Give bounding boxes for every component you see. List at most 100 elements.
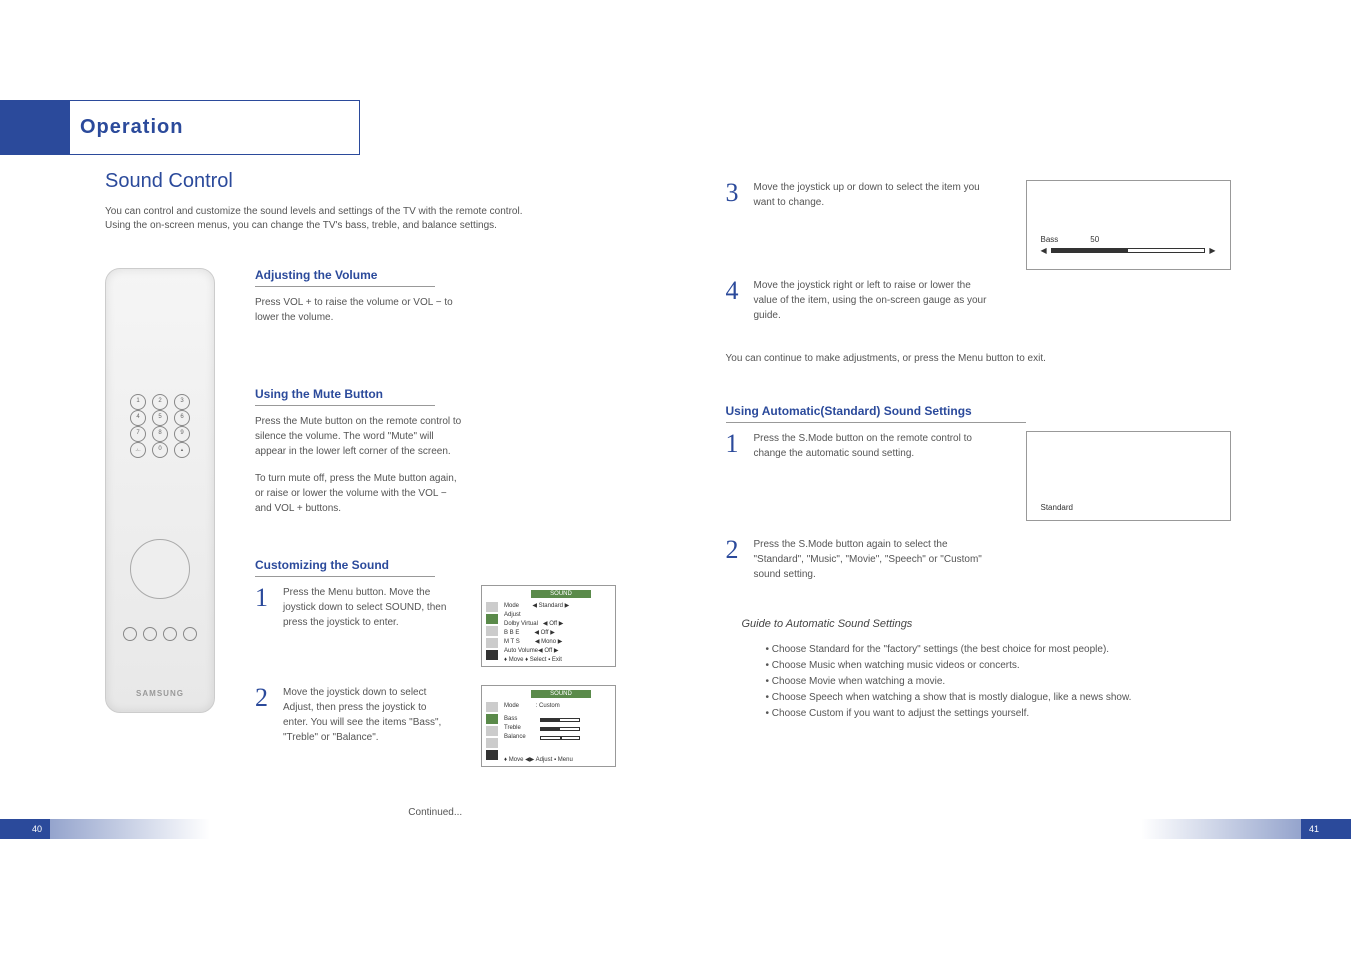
sub-heading-mute: Using the Mute Button — [255, 387, 626, 401]
auto-step-1-row: 1 Press the S.Mode button on the remote … — [726, 431, 1282, 521]
text-column: Adjusting the Volume Press VOL + to rais… — [255, 268, 626, 785]
sub-heading-auto: Using Automatic(Standard) Sound Settings — [726, 404, 1282, 418]
bullet-text: Choose Music when watching music videos … — [772, 660, 1020, 671]
menu-item: Mode — [504, 703, 519, 709]
header-title: Operation — [80, 116, 183, 139]
guide-heading: Guide to Automatic Sound Settings — [742, 618, 1282, 630]
right-content: 3 Move the joystick up or down to select… — [726, 180, 1282, 722]
step-text: Press the S.Mode button on the remote co… — [754, 431, 994, 461]
bullet-text: Choose Standard for the "factory" settin… — [772, 644, 1109, 655]
step-1-row: 1 Press the Menu button. Move the joysti… — [255, 585, 626, 667]
remote-brand-label: SAMSUNG — [136, 689, 184, 698]
menu-value: ◀ Off ▶ — [543, 621, 563, 627]
step-number: 3 — [726, 180, 746, 210]
menu-item: Auto Volume — [504, 648, 538, 654]
mode-label: Standard — [1041, 503, 1073, 512]
menu-item: Treble — [504, 724, 534, 733]
step-number: 1 — [726, 431, 746, 461]
menu-value: ◀ Off ▶ — [538, 648, 558, 654]
menu-item: B B E — [504, 630, 519, 636]
mode-screenshot: Standard — [1026, 431, 1231, 521]
page-gradient — [50, 819, 210, 839]
header-accent-bar — [0, 100, 70, 155]
left-page: Operation Sound Control You can control … — [0, 0, 666, 954]
step-2-row: 2 Move the joystick down to select Adjus… — [255, 685, 626, 767]
sub-heading-customize: Customizing the Sound — [255, 558, 626, 572]
header-title-box: Operation — [70, 100, 360, 155]
step-number: 2 — [726, 537, 746, 582]
gauge-bar: ◀ ▶ — [1041, 246, 1216, 255]
content-columns: 123 456 789 -/--0▲ SAMSUNG Adjusting th — [105, 268, 626, 785]
page-spread: Operation Sound Control You can control … — [0, 0, 1351, 954]
gauge-screenshot: Bass 50 ◀ ▶ — [1026, 180, 1231, 270]
bullet-text: Choose Movie when watching a movie. — [772, 676, 945, 687]
step-text: Move the joystick down to select Adjust,… — [283, 685, 453, 745]
tv-menu-footer: ♦ Move ◀▶ Adjust ▪ Menu — [504, 756, 573, 763]
arrow-right-icon: ▶ — [1209, 246, 1215, 255]
tv-menu-screenshot-1: SOUND Mode ◀ Standard ▶ Adjust Dolby Vir… — [481, 585, 616, 667]
page-number-left: 40 — [0, 819, 50, 839]
menu-value: ◀ Mono ▶ — [535, 639, 563, 645]
left-content: Sound Control You can control and custom… — [70, 170, 626, 818]
bullet-text: Choose Speech when watching a show that … — [772, 692, 1132, 703]
right-page: 3 Move the joystick up or down to select… — [666, 0, 1351, 954]
tv-menu-body: Mode : Custom Bass Treble Balance — [504, 702, 609, 742]
bullet-item: • Choose Standard for the "factory" sett… — [766, 642, 1282, 658]
menu-value: ◀ Standard ▶ — [532, 603, 569, 609]
step-number: 2 — [255, 685, 275, 745]
remote-control-image: 123 456 789 -/--0▲ SAMSUNG — [105, 268, 215, 713]
step-number: 1 — [255, 585, 275, 630]
gauge-label-row: Bass 50 — [1041, 235, 1216, 244]
intro-paragraph: You can control and customize the sound … — [105, 205, 545, 233]
bullet-text: Choose Custom if you want to adjust the … — [772, 708, 1029, 719]
tv-menu-footer: ♦ Move ♦ Select ▪ Exit — [504, 657, 562, 663]
continue-note: You can continue to make adjustments, or… — [726, 353, 1282, 364]
menu-value: : Custom — [536, 703, 560, 709]
remote-column: 123 456 789 -/--0▲ SAMSUNG — [105, 268, 235, 785]
gauge-value: 50 — [1090, 235, 1099, 244]
remote-joystick — [130, 539, 190, 599]
volume-text: Press VOL + to raise the volume or VOL −… — [255, 295, 465, 325]
menu-item: Mode — [504, 603, 519, 609]
step-text: Press the S.Mode button again to select … — [754, 537, 994, 582]
step-number: 4 — [726, 278, 746, 323]
menu-item: Bass — [504, 715, 534, 724]
mute-text-2: To turn mute off, press the Mute button … — [255, 471, 465, 516]
menu-item: Adjust — [504, 612, 521, 618]
page-gradient — [1141, 819, 1301, 839]
step-text: Move the joystick up or down to select t… — [754, 180, 994, 210]
step-3-row: 3 Move the joystick up or down to select… — [726, 180, 1282, 270]
gauge-name: Bass — [1041, 235, 1059, 244]
section-title: Sound Control — [105, 170, 626, 193]
bullet-item: • Choose Music when watching music video… — [766, 658, 1282, 674]
remote-bottom-buttons — [123, 627, 197, 641]
divider — [255, 405, 435, 406]
guide-bullet-list: • Choose Standard for the "factory" sett… — [766, 642, 1282, 722]
arrow-left-icon: ◀ — [1041, 246, 1047, 255]
sub-heading-volume: Adjusting the Volume — [255, 268, 626, 282]
menu-item: M T S — [504, 639, 520, 645]
continued-label: Continued... — [245, 807, 626, 818]
menu-item: Dolby Virtual — [504, 621, 538, 627]
tv-menu-body: Mode ◀ Standard ▶ Adjust Dolby Virtual ◀… — [504, 602, 609, 656]
bullet-item: • Choose Movie when watching a movie. — [766, 674, 1282, 690]
divider — [255, 286, 435, 287]
step-text: Move the joystick right or left to raise… — [754, 278, 994, 323]
gauge-progress — [1051, 248, 1206, 253]
bullet-item: • Choose Speech when watching a show tha… — [766, 690, 1282, 706]
step-text: Press the Menu button. Move the joystick… — [283, 585, 453, 630]
bullet-item: • Choose Custom if you want to adjust th… — [766, 706, 1282, 722]
menu-value: ◀ Off ▶ — [534, 630, 554, 636]
page-number-right: 41 — [1301, 819, 1351, 839]
tv-menu-screenshot-2: SOUND Mode : Custom Bass Treble Balance … — [481, 685, 616, 767]
menu-item: Balance — [504, 733, 534, 742]
mute-text-1: Press the Mute button on the remote cont… — [255, 414, 465, 459]
remote-keypad: 123 456 789 -/--0▲ — [130, 394, 190, 458]
tv-menu-title: SOUND — [531, 690, 591, 698]
divider — [726, 422, 1026, 423]
tv-menu-title: SOUND — [531, 590, 591, 598]
operation-header: Operation — [0, 100, 360, 155]
step-4-row: 4 Move the joystick right or left to rai… — [726, 278, 1282, 323]
divider — [255, 576, 435, 577]
auto-step-2-row: 2 Press the S.Mode button again to selec… — [726, 537, 1282, 582]
